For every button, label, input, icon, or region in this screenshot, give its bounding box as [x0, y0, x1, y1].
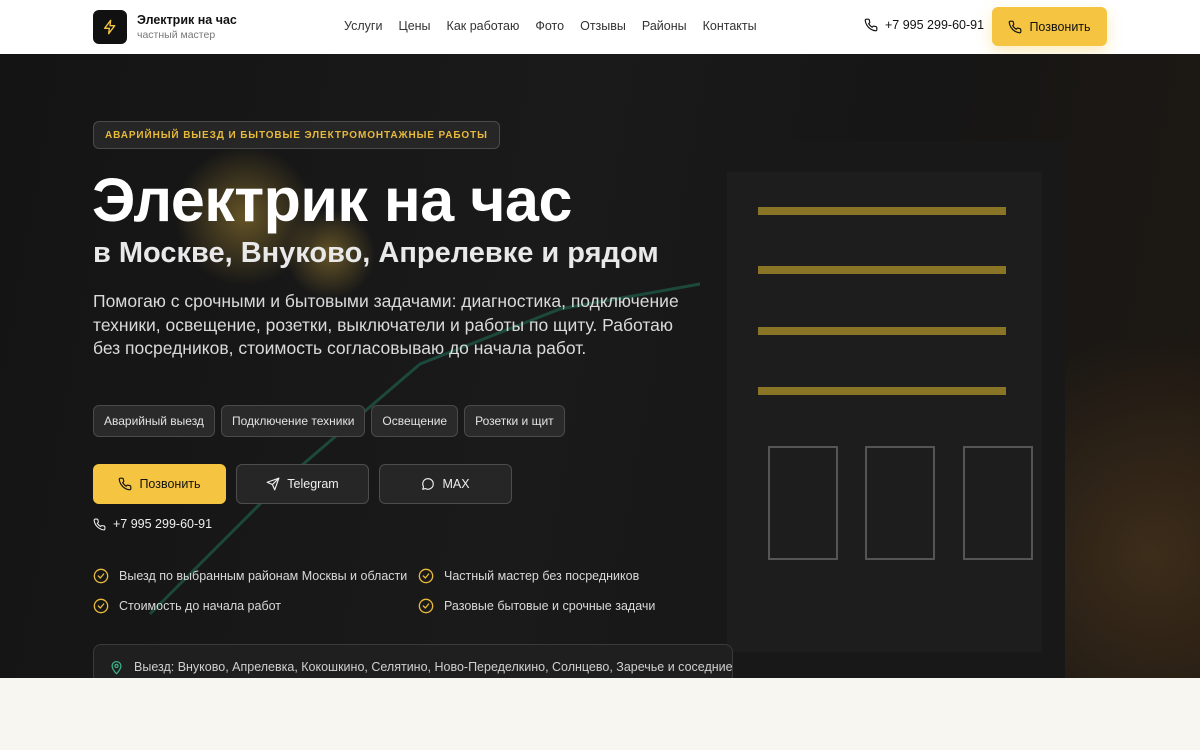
- check-circle-icon: [93, 598, 109, 614]
- feature-item: Стоимость до начала работ: [93, 598, 281, 614]
- site-header: Электрик на час частный мастер Услуги Це…: [0, 0, 1200, 54]
- brand[interactable]: Электрик на час частный мастер: [137, 13, 237, 42]
- check-circle-icon: [93, 568, 109, 584]
- max-button[interactable]: MAX: [379, 464, 512, 504]
- nav-link-reviews[interactable]: Отзывы: [580, 19, 626, 34]
- telegram-label: Telegram: [287, 477, 339, 491]
- service-areas: Выезд: Внуково, Апрелевка, Кокошкино, Се…: [93, 644, 733, 678]
- phone-icon: [1009, 20, 1022, 33]
- panel-breaker-slot: [768, 446, 838, 560]
- service-tag-emergency: Аварийный выезд: [93, 405, 215, 437]
- nav-link-photo[interactable]: Фото: [535, 19, 564, 34]
- panel-bar: [758, 387, 1006, 395]
- service-tag-sockets: Розетки и щит: [464, 405, 565, 437]
- map-pin-icon: [111, 660, 122, 675]
- brand-subtitle: частный мастер: [137, 29, 216, 41]
- service-tag-appliances: Подключение техники: [220, 405, 366, 437]
- feature-item: Разовые бытовые и срочные задачи: [418, 598, 655, 614]
- panel-bar: [758, 207, 1006, 215]
- brand-name: Электрик на час: [137, 13, 237, 27]
- max-label: MAX: [442, 477, 470, 491]
- main-nav: Услуги Цены Как работаю Фото Отзывы Райо…: [344, 19, 773, 34]
- panel-bar: [758, 327, 1006, 335]
- panel-bar: [758, 266, 1006, 274]
- hero-phone-link[interactable]: +7 995 299-60-91: [93, 517, 212, 531]
- nav-link-prices[interactable]: Цены: [398, 19, 430, 34]
- hero-subtitle: в Москве, Внуково, Апрелевке и рядом: [93, 237, 659, 269]
- feature-text: Частный мастер без посредников: [444, 569, 640, 583]
- feature-text: Разовые бытовые и срочные задачи: [444, 599, 656, 613]
- feature-item: Выезд по выбранным районам Москвы и обла…: [93, 568, 407, 584]
- feature-text: Выезд по выбранным районам Москвы и обла…: [119, 569, 408, 583]
- hero-call-label: Позвонить: [139, 477, 201, 491]
- service-tag-lighting: Освещение: [371, 405, 459, 437]
- panel-breaker-slot: [865, 446, 935, 560]
- service-tags: Аварийный выезд Подключение техники Осве…: [93, 405, 571, 437]
- phone-icon: [864, 18, 878, 32]
- hero-call-button[interactable]: Позвонить: [93, 464, 226, 504]
- lightning-icon: [104, 19, 116, 35]
- electrical-panel-illustration: [727, 172, 1042, 652]
- nav-link-services[interactable]: Услуги: [344, 19, 382, 34]
- hero-actions: Позвонить Telegram MAX: [93, 464, 522, 504]
- hero-phone-number: +7 995 299-60-91: [113, 517, 213, 531]
- send-icon: [266, 477, 280, 491]
- hero-badge: АВАРИЙНЫЙ ВЫЕЗД И БЫТОВЫЕ ЭЛЕКТРОМОНТАЖН…: [93, 121, 500, 149]
- phone-icon: [93, 518, 106, 530]
- hero-description: Помогаю с срочными и бытовыми задачами: …: [93, 291, 679, 358]
- logo[interactable]: [93, 10, 127, 44]
- chat-bubble-icon: [422, 478, 435, 490]
- hero-section: АВАРИЙНЫЙ ВЫЕЗД И БЫТОВЫЕ ЭЛЕКТРОМОНТАЖН…: [0, 54, 1200, 678]
- phone-icon: [119, 477, 132, 491]
- hero-title: Электрик на час: [92, 166, 572, 234]
- nav-link-contacts[interactable]: Контакты: [703, 19, 757, 34]
- check-circle-icon: [418, 598, 434, 614]
- nav-link-how-i-work[interactable]: Как работаю: [447, 19, 520, 34]
- header-call-button[interactable]: Позвонить: [992, 7, 1107, 46]
- service-areas-text: Выезд: Внуково, Апрелевка, Кокошкино, Се…: [134, 660, 733, 674]
- header-phone-number: +7 995 299-60-91: [885, 18, 985, 32]
- header-call-label: Позвонить: [1029, 19, 1091, 34]
- feature-item: Частный мастер без посредников: [418, 568, 639, 584]
- panel-breaker-slot: [963, 446, 1033, 560]
- header-phone-link[interactable]: +7 995 299-60-91: [864, 18, 984, 32]
- nav-link-districts[interactable]: Районы: [642, 19, 687, 34]
- telegram-button[interactable]: Telegram: [236, 464, 369, 504]
- feature-text: Стоимость до начала работ: [119, 599, 281, 613]
- check-circle-icon: [418, 568, 434, 584]
